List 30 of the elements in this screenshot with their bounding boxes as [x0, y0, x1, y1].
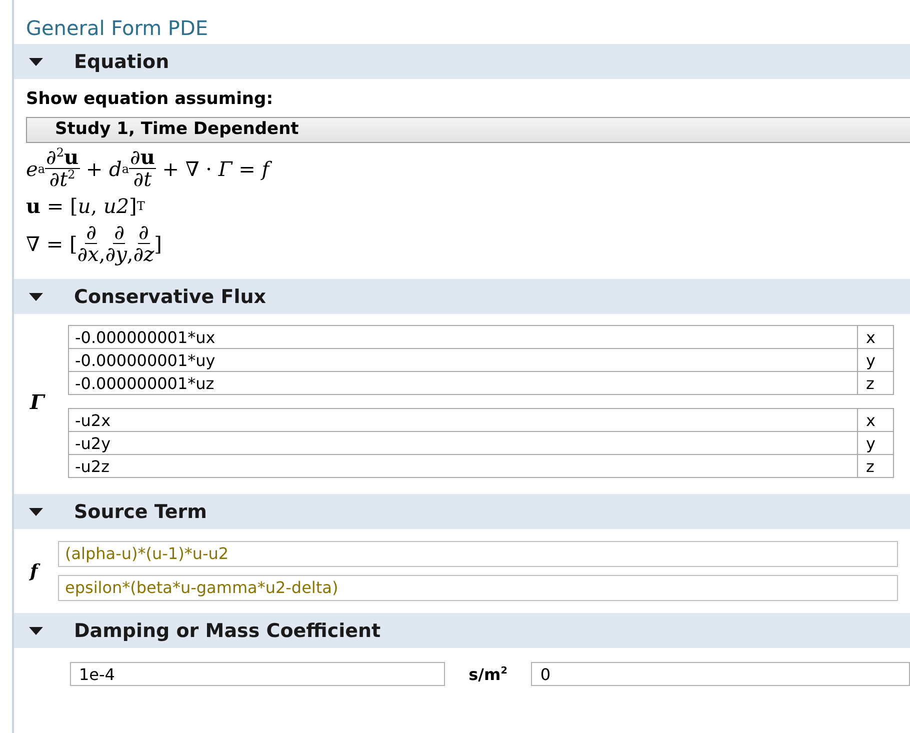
unit-label: s/m$^{2}$	[468, 664, 508, 684]
coefficient-input-field[interactable]: 0	[531, 662, 910, 686]
equation: ∇ = [ ∂ ∂x, ∂ ∂y, ∂ ∂z]	[26, 222, 162, 265]
gamma-symbol: Γ	[28, 390, 46, 414]
collapse-arrow-icon[interactable]	[28, 292, 44, 302]
flux-input-field[interactable]: -u2z	[68, 454, 858, 478]
section-header[interactable]: Equation	[14, 44, 910, 79]
flux-input-field[interactable]: -0.000000001*uz	[68, 371, 858, 395]
section-header[interactable]: Source Term	[14, 494, 910, 529]
axis-label: x	[858, 408, 894, 432]
panel-title: General Form PDE	[25, 15, 208, 42]
flux-input-field[interactable]: -0.000000001*ux	[68, 325, 858, 349]
source-input-field[interactable]: (alpha-u)*(u-1)*u-u2	[58, 541, 898, 567]
flux-input-field[interactable]: -u2y	[68, 431, 858, 455]
f-symbol: f	[14, 560, 58, 582]
collapse-arrow-icon[interactable]	[28, 506, 44, 516]
collapse-arrow-icon[interactable]	[28, 56, 44, 66]
flux-input-field[interactable]: -u2x	[68, 408, 858, 432]
study-dropdown[interactable]: Study 1, Time Dependent	[26, 117, 910, 143]
axis-label: z	[858, 371, 894, 395]
show-equation-label: Show equation assuming:	[26, 89, 273, 109]
collapse-arrow-icon[interactable]	[28, 626, 44, 636]
axis-label: z	[858, 454, 894, 478]
section-header[interactable]: Conservative Flux	[14, 279, 910, 314]
equation: u = [u, u2]$^{T}$	[26, 194, 145, 218]
axis-label: x	[858, 325, 894, 349]
source-input-field[interactable]: epsilon*(beta*u-gamma*u2-delta)	[58, 575, 898, 601]
flux-input-field[interactable]: -0.000000001*uy	[68, 348, 858, 372]
coefficient-input-field[interactable]: 1e-4	[70, 662, 445, 686]
section-header[interactable]: Damping or Mass Coefficient	[14, 613, 910, 648]
